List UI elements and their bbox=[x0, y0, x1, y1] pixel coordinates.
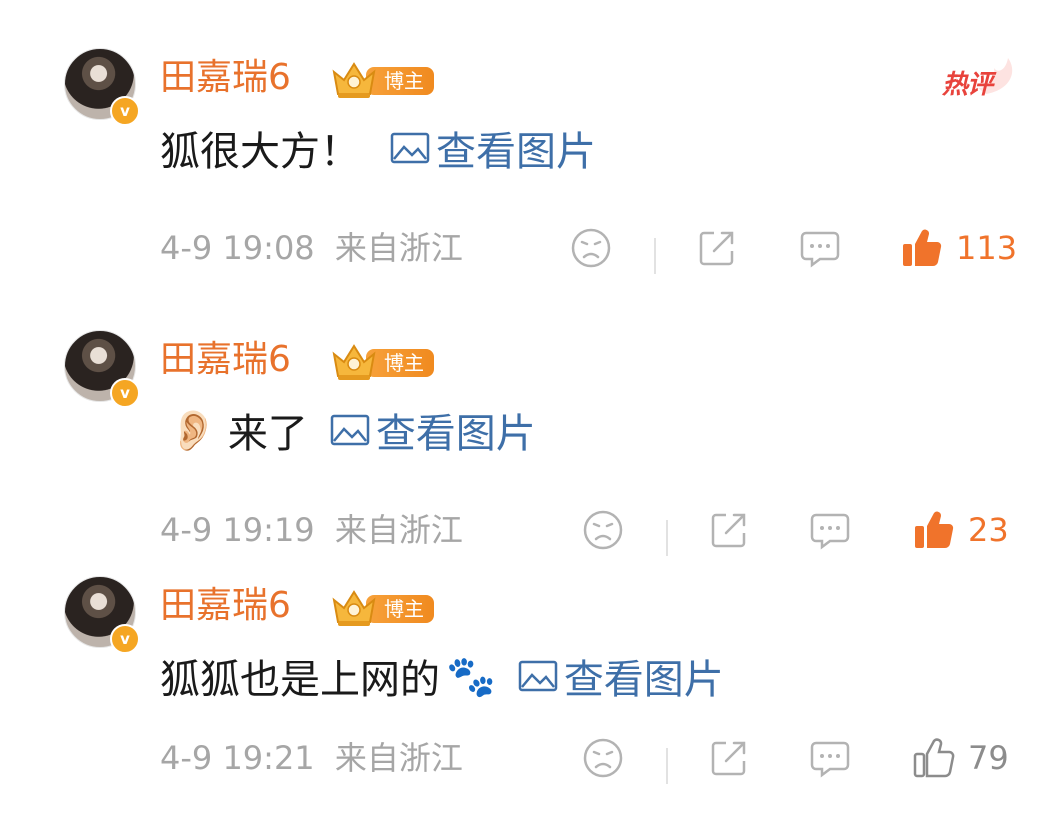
view-image-link[interactable]: 查看图片 bbox=[518, 647, 724, 705]
hot-comment-badge: 热评 bbox=[938, 54, 1018, 100]
comment-icon bbox=[800, 231, 840, 268]
comment-button[interactable] bbox=[808, 506, 852, 554]
crown-icon bbox=[332, 62, 376, 98]
comment-item: v 田嘉瑞6 博主 热评 狐很大方！ 查看图片 4-9 19:08 来自浙江 1… bbox=[0, 48, 1059, 298]
crown-icon bbox=[332, 590, 376, 626]
view-image-link[interactable]: 查看图片 bbox=[390, 119, 596, 177]
dislike-button[interactable] bbox=[582, 506, 624, 554]
view-image-label: 查看图片 bbox=[563, 657, 724, 703]
image-icon bbox=[518, 660, 558, 692]
comment-body: 来了 bbox=[227, 411, 308, 457]
action-divider bbox=[654, 238, 656, 274]
thumbs-up-icon bbox=[903, 229, 942, 267]
share-button[interactable] bbox=[696, 224, 738, 272]
verified-badge: v bbox=[110, 378, 140, 408]
share-button[interactable] bbox=[708, 506, 750, 554]
comment-meta: 4-9 19:21 来自浙江 bbox=[160, 738, 463, 778]
comment-body: 狐很大方！ bbox=[160, 129, 360, 175]
dislike-button[interactable] bbox=[582, 734, 624, 782]
comment-item: v 田嘉瑞6 博主 狐狐也是上网的 🐾 查看图片 4-9 19:21 来自浙江 bbox=[0, 576, 1059, 826]
dislike-button[interactable] bbox=[570, 224, 612, 272]
comment-text: 👂🏻 来了 查看图片 bbox=[168, 402, 536, 458]
comment-time: 4-9 19:19 bbox=[160, 511, 315, 549]
like-button[interactable]: 113 bbox=[900, 224, 1017, 272]
action-divider bbox=[666, 520, 668, 556]
crown-icon bbox=[332, 344, 376, 380]
comment-item: v 田嘉瑞6 博主 👂🏻 来了 查看图片 4-9 19:19 来自浙江 23 bbox=[0, 330, 1059, 580]
verified-badge: v bbox=[110, 96, 140, 126]
host-badge: 博主 bbox=[330, 60, 440, 100]
comment-icon bbox=[810, 741, 850, 778]
dislike-face-icon bbox=[571, 228, 611, 268]
thumbs-up-icon bbox=[915, 511, 954, 549]
share-icon bbox=[711, 513, 746, 548]
like-count: 23 bbox=[968, 511, 1009, 549]
host-badge: 博主 bbox=[330, 342, 440, 382]
share-icon bbox=[711, 741, 746, 776]
comment-text: 狐很大方！ 查看图片 bbox=[160, 120, 596, 176]
verified-badge: v bbox=[110, 624, 140, 654]
comment-location: 来自浙江 bbox=[334, 511, 463, 549]
comment-time: 4-9 19:08 bbox=[160, 229, 315, 267]
comment-button[interactable] bbox=[808, 734, 852, 782]
image-icon bbox=[330, 414, 370, 446]
thumbs-up-icon bbox=[913, 738, 955, 778]
view-image-link[interactable]: 查看图片 bbox=[330, 401, 536, 459]
username[interactable]: 田嘉瑞6 bbox=[160, 582, 291, 630]
paw-prints-emoji-icon: 🐾 bbox=[446, 653, 496, 700]
dislike-face-icon bbox=[583, 738, 623, 778]
username[interactable]: 田嘉瑞6 bbox=[160, 336, 291, 384]
view-image-label: 查看图片 bbox=[436, 129, 596, 175]
like-button[interactable]: 79 bbox=[912, 734, 1009, 782]
view-image-label: 查看图片 bbox=[375, 411, 536, 457]
image-icon bbox=[390, 132, 430, 164]
like-count: 79 bbox=[968, 739, 1009, 777]
like-count: 113 bbox=[956, 229, 1018, 267]
comment-time: 4-9 19:21 bbox=[160, 739, 315, 777]
comment-meta: 4-9 19:08 来自浙江 bbox=[160, 228, 463, 268]
dislike-face-icon bbox=[583, 510, 623, 550]
comment-button[interactable] bbox=[798, 224, 842, 272]
comment-body: 狐狐也是上网的 bbox=[160, 657, 440, 703]
share-button[interactable] bbox=[708, 734, 750, 782]
action-divider bbox=[666, 748, 668, 784]
share-icon bbox=[699, 231, 734, 266]
like-button[interactable]: 23 bbox=[912, 506, 1009, 554]
comment-icon bbox=[810, 513, 850, 550]
comment-text: 狐狐也是上网的 🐾 查看图片 bbox=[160, 648, 724, 704]
host-badge: 博主 bbox=[330, 588, 440, 628]
hot-comment-label: 热评 bbox=[942, 70, 993, 100]
ear-emoji-icon: 👂🏻 bbox=[168, 407, 218, 454]
username[interactable]: 田嘉瑞6 bbox=[160, 54, 291, 102]
comment-location: 来自浙江 bbox=[334, 739, 463, 777]
comment-location: 来自浙江 bbox=[334, 229, 463, 267]
comment-meta: 4-9 19:19 来自浙江 bbox=[160, 510, 463, 550]
